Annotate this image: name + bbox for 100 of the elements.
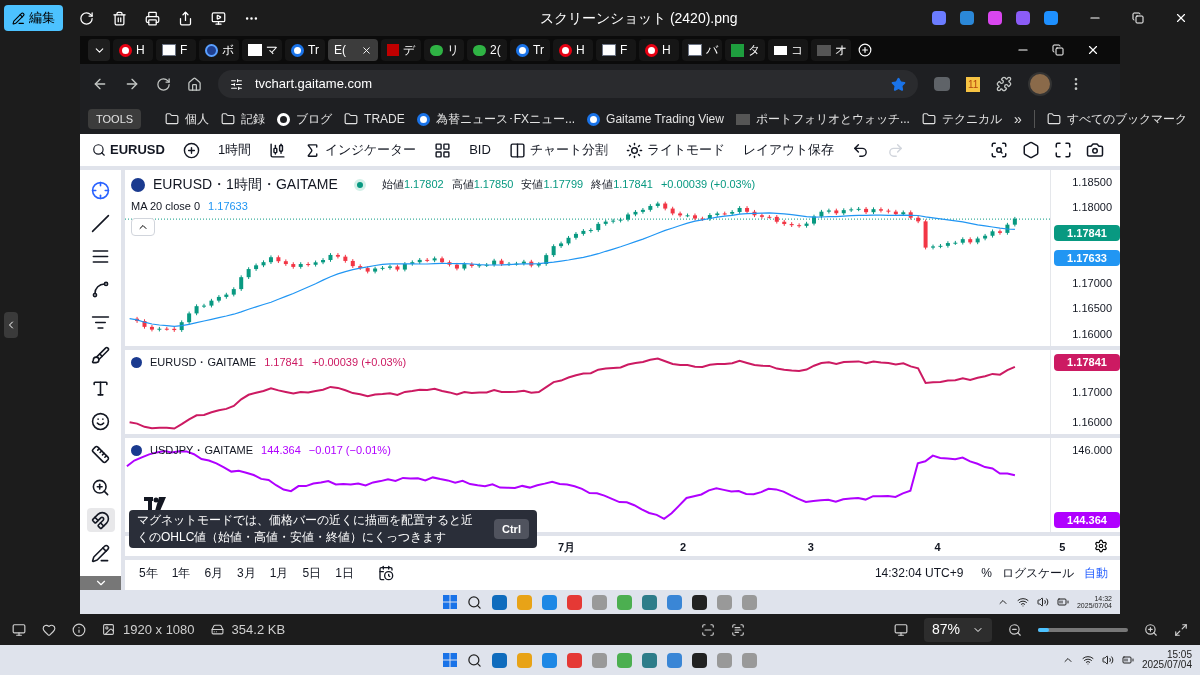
previous-button[interactable] (4, 312, 18, 338)
flag-icon (131, 177, 145, 192)
zoom-icon[interactable] (990, 141, 1008, 159)
bookmark-link[interactable]: Gaitame Trading View (587, 110, 724, 128)
range-button[interactable]: 1年 (165, 564, 197, 582)
bookmark-link[interactable]: テクニカル (921, 110, 1002, 128)
range-button[interactable]: 1日 (329, 564, 360, 582)
zoom-dropdown[interactable]: 87% (923, 617, 992, 642)
browser-tab[interactable]: マ (242, 39, 282, 61)
restore-icon[interactable] (1132, 12, 1144, 24)
app-icon[interactable] (692, 594, 707, 610)
text-scan-icon[interactable] (731, 622, 746, 637)
search-icon[interactable] (467, 594, 482, 610)
browser-tab[interactable]: コ (768, 39, 808, 61)
collapse-toolbar-button[interactable] (80, 576, 121, 590)
fullscreen-icon[interactable] (1054, 141, 1072, 159)
extensions-icon[interactable] (996, 76, 1013, 92)
folder-icon (344, 112, 359, 126)
browser-tab[interactable]: H (639, 39, 679, 61)
collapse-legend-button[interactable] (131, 217, 155, 236)
browser-tab[interactable]: リ (424, 39, 464, 61)
browser-tab[interactable]: H (553, 39, 593, 61)
log-scale-button[interactable]: ログスケール (998, 564, 1078, 582)
info-icon[interactable] (72, 622, 86, 637)
camera-icon[interactable] (1086, 141, 1104, 159)
browser-tab[interactable]: H (113, 39, 153, 61)
new-tab-icon[interactable] (858, 43, 872, 57)
site-info-icon[interactable] (230, 77, 243, 91)
browser-tab[interactable]: Tr (510, 39, 550, 61)
toolbar-button[interactable]: EURUSD (84, 136, 173, 164)
range-button[interactable]: 5年 (133, 564, 164, 582)
home-icon[interactable] (187, 76, 202, 92)
auto-scale-button[interactable]: 自動 (1080, 564, 1112, 582)
indicator-name[interactable]: MA 20 close 0 (131, 198, 201, 215)
app-icon[interactable] (692, 652, 707, 668)
bookmark-link[interactable]: ブログ (277, 110, 333, 128)
address-bar[interactable]: tvchart.gaitame.com (218, 70, 918, 98)
scan-icon[interactable] (701, 622, 716, 637)
text-tool-icon (91, 378, 110, 398)
heart-icon[interactable] (42, 622, 56, 637)
close-icon[interactable] (361, 44, 372, 56)
browser-tab[interactable]: バ (682, 39, 722, 61)
range-button[interactable]: 5日 (296, 564, 328, 582)
bookmark-link[interactable]: 記録 (221, 110, 266, 128)
toolbar-button[interactable]: レイアウト保存 (734, 136, 842, 164)
smiley-icon (91, 411, 110, 431)
zoom-slider[interactable] (1038, 627, 1128, 632)
bookmark-link[interactable]: ポートフォリオとウォッチ... (735, 110, 910, 128)
percent-button[interactable]: % (977, 564, 996, 582)
time-axis-label: 5 (1059, 540, 1066, 555)
calendar-icon[interactable] (377, 565, 394, 581)
expand-icon[interactable] (1174, 622, 1188, 637)
browser-tab[interactable]: オ (811, 39, 851, 61)
restore-icon[interactable] (1052, 44, 1064, 56)
reload-icon[interactable] (156, 76, 171, 92)
back-icon[interactable] (92, 76, 108, 92)
bookmark-button[interactable]: TOOLS (88, 109, 142, 129)
range-button[interactable]: 3月 (231, 564, 262, 582)
range-button[interactable]: 1月 (263, 564, 295, 582)
settings-icon[interactable] (1022, 141, 1040, 159)
toolbar-button[interactable]: インジケーター (296, 136, 425, 164)
edit-button[interactable]: 編集 (4, 5, 63, 31)
tab-search-button[interactable] (88, 39, 110, 61)
toolbar-button[interactable]: 1時間 (209, 136, 260, 164)
toolbar-button[interactable]: チャート分割 (500, 136, 616, 164)
toolbar-button[interactable]: ライトモード (617, 136, 733, 164)
settings-icon[interactable] (1094, 539, 1108, 553)
bookmarks-overflow[interactable]: » (1013, 108, 1022, 130)
browser-tab[interactable]: ボ (199, 39, 239, 61)
bookmark-link[interactable]: すべてのブックマーク (1033, 110, 1187, 128)
printer-icon[interactable] (145, 10, 160, 26)
share-icon[interactable] (178, 10, 193, 26)
bookmark-link[interactable]: TRADE (344, 110, 405, 128)
browser-tab[interactable]: デ (381, 39, 421, 61)
toolbar-button[interactable]: BID (461, 136, 499, 164)
symbol-title[interactable]: EURUSD・1時間・GAITAME (153, 174, 338, 195)
crosshair-icon (91, 180, 110, 200)
range-button[interactable]: 6月 (198, 564, 230, 582)
browser-tab[interactable]: 2( (467, 39, 507, 61)
browser-tab[interactable]: Tr (285, 39, 325, 61)
zoom-in-icon[interactable] (1144, 622, 1158, 637)
bookmark-star-icon[interactable] (891, 76, 906, 92)
drawing-tool-button[interactable] (86, 508, 115, 532)
bookmark-link[interactable]: 個人 (165, 110, 210, 128)
search-icon[interactable] (467, 652, 482, 668)
forward-icon[interactable] (124, 76, 140, 92)
close-icon[interactable] (1086, 43, 1100, 57)
slideshow-icon[interactable] (211, 10, 226, 26)
trash-icon[interactable] (112, 10, 127, 26)
symbol-title[interactable]: EURUSD・GAITAME (150, 354, 257, 371)
browser-tab[interactable]: F (596, 39, 636, 61)
browser-tab[interactable]: F (156, 39, 196, 61)
browser-tab[interactable]: E( (328, 39, 378, 61)
rotate-icon[interactable] (79, 10, 94, 26)
bookmark-link[interactable]: 為替ニュース･FXニュー... (416, 110, 576, 128)
browser-tab[interactable]: タ (725, 39, 765, 61)
close-icon[interactable] (1174, 11, 1188, 25)
zoom-out-icon[interactable] (1008, 622, 1022, 637)
avatar-icon[interactable] (1028, 72, 1053, 96)
symbol-title[interactable]: USDJPY・GAITAME (150, 442, 254, 459)
